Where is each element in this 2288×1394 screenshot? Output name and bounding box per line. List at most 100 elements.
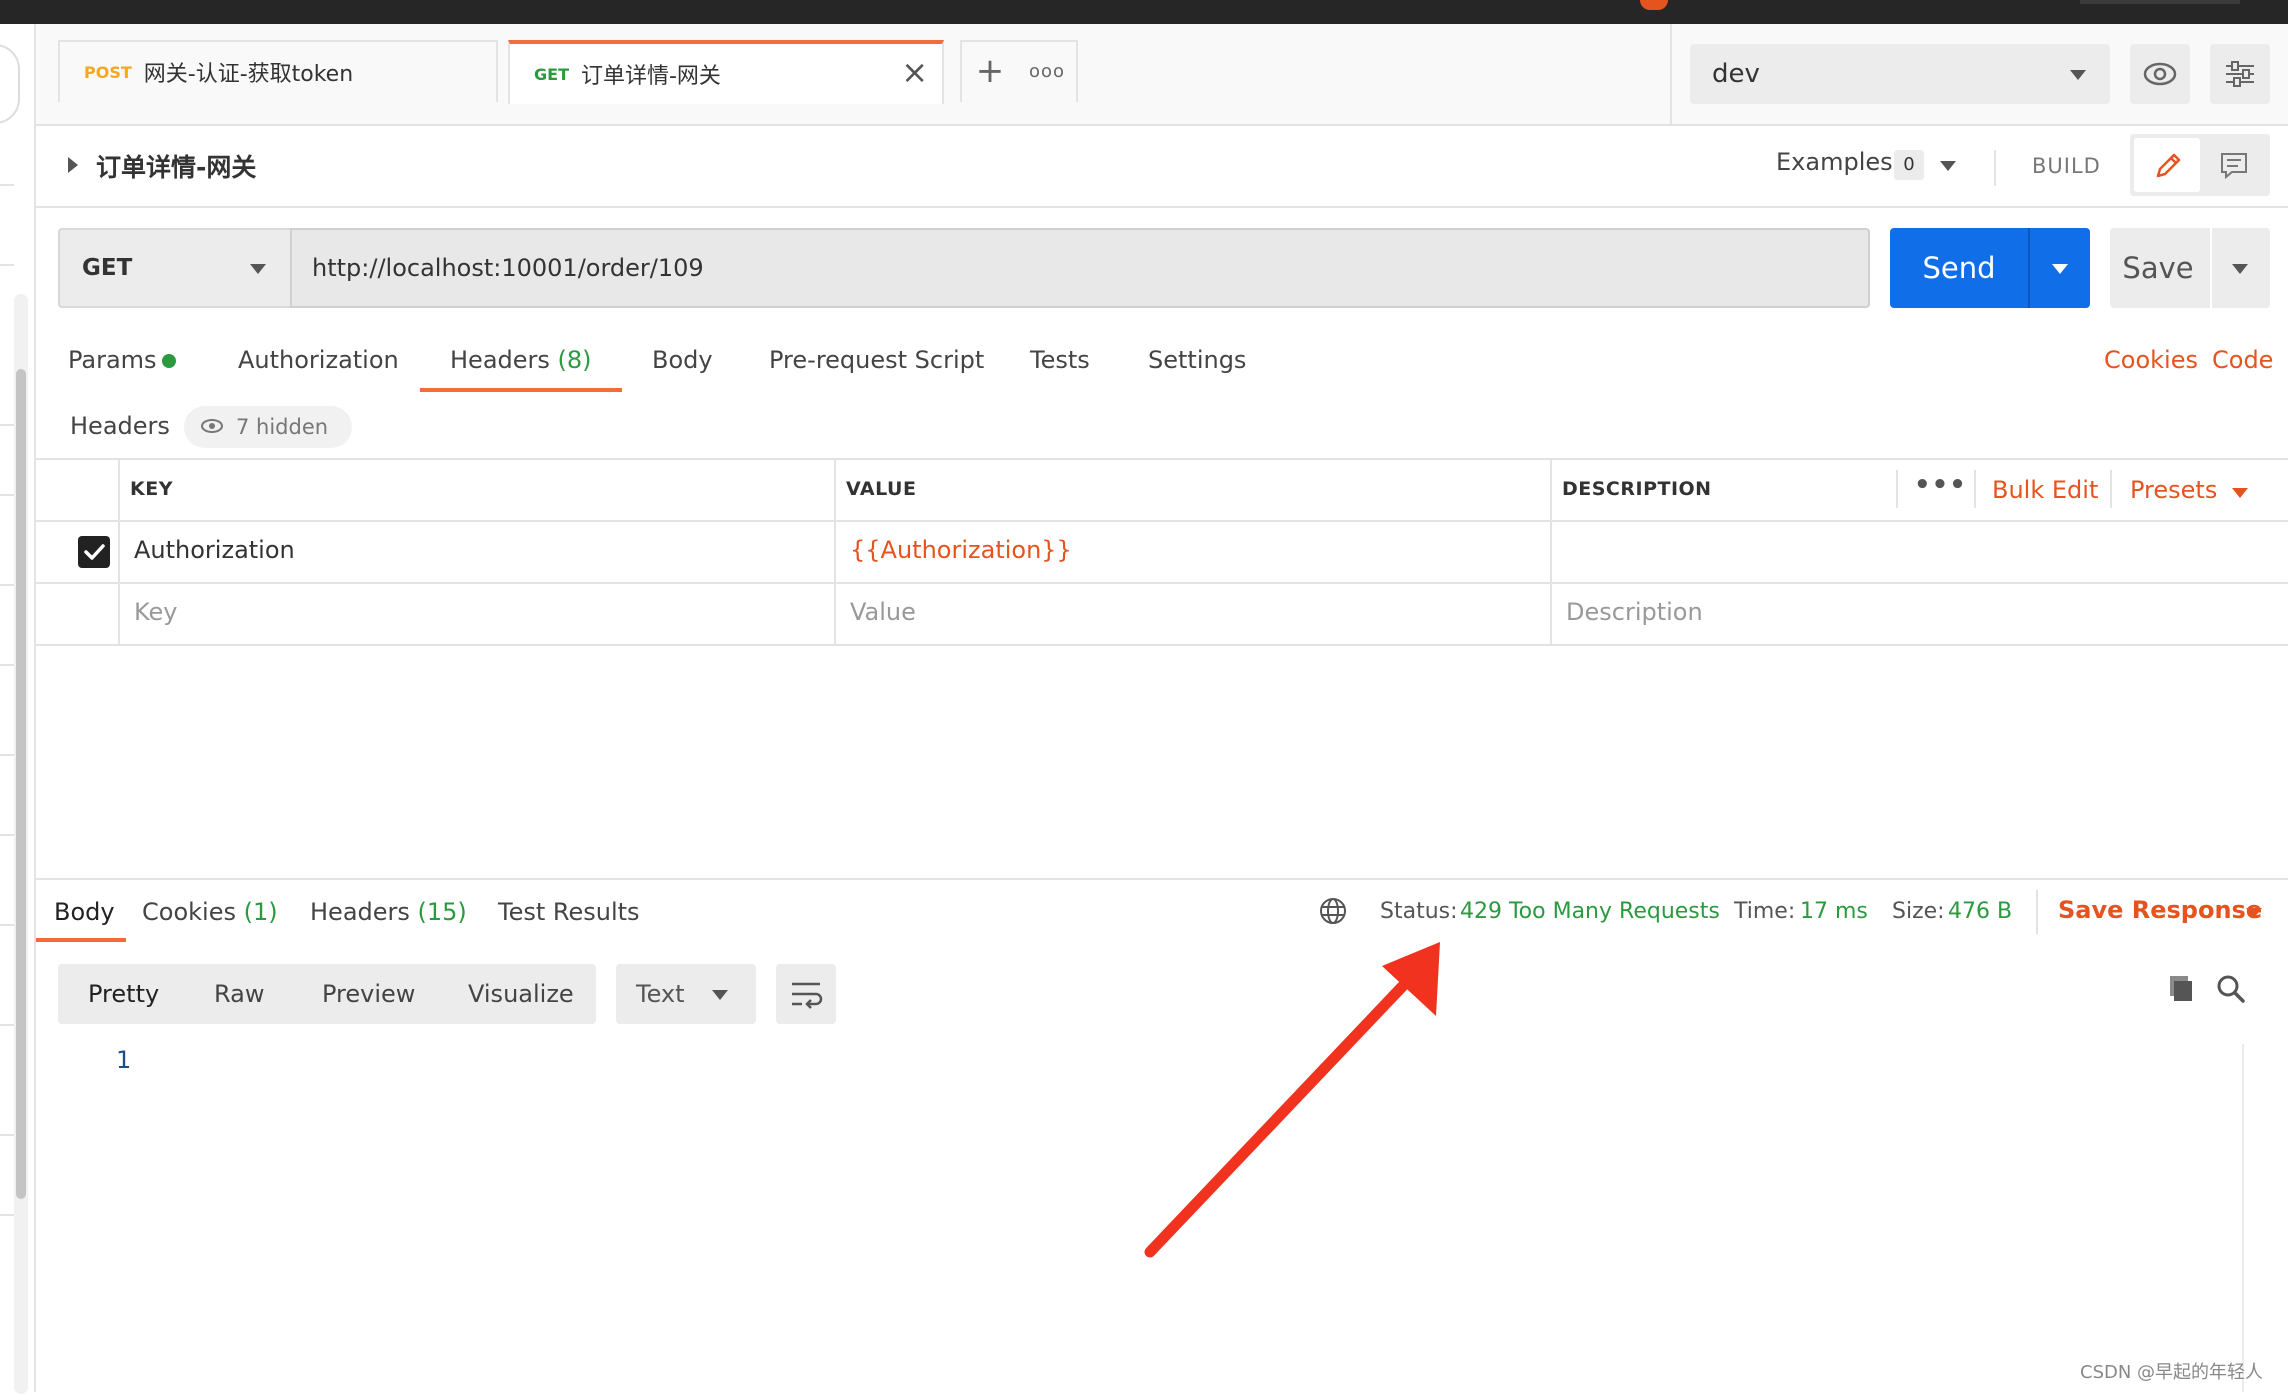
wrap-icon [792, 982, 823, 1009]
divider [0, 924, 14, 926]
tab-params[interactable]: Params [68, 346, 157, 374]
more-tabs-button[interactable]: ooo [1018, 40, 1078, 102]
method-value: GET [82, 255, 133, 281]
bulk-edit-link[interactable]: Bulk Edit [1992, 476, 2098, 504]
table-border [36, 520, 2288, 522]
annotation-arrow [1144, 942, 1440, 1258]
divider [2110, 470, 2112, 508]
header-value-cell[interactable]: {{Authorization}} [850, 536, 1072, 564]
examples-dropdown[interactable]: Examples [1776, 148, 1893, 176]
divider [1896, 470, 1898, 508]
response-tab-headers[interactable]: Headers (15) [310, 898, 467, 926]
chevron-down-icon[interactable] [2246, 908, 2262, 918]
divider [2028, 228, 2030, 308]
window-top-bar [0, 0, 2288, 24]
more-actions-icon[interactable]: ••• [1914, 470, 1967, 500]
status-value[interactable]: 429 Too Many Requests [1460, 899, 1720, 924]
new-value-input[interactable]: Value [850, 598, 916, 626]
column-header-description: DESCRIPTION [1562, 478, 1712, 500]
table-border [834, 458, 836, 646]
response-tab-test-results[interactable]: Test Results [498, 898, 640, 926]
sidebar-scrollbar[interactable] [16, 369, 26, 1199]
header-enabled-checkbox[interactable] [78, 536, 110, 568]
chevron-down-icon[interactable] [1940, 161, 1956, 171]
tab-post-token[interactable]: POST 网关-认证-获取token [58, 40, 498, 102]
size-value[interactable]: 476 B [1948, 899, 2012, 924]
response-tab-body[interactable]: Body [54, 898, 115, 926]
sliders-icon [2226, 61, 2254, 87]
environment-quick-look-button[interactable] [2130, 44, 2190, 104]
tab-method: GET [534, 64, 569, 84]
table-border [36, 582, 2288, 584]
format-visualize[interactable]: Visualize [468, 980, 574, 1008]
sidebar-toggle[interactable] [0, 44, 20, 124]
divider [0, 1214, 14, 1216]
tab-settings[interactable]: Settings [1148, 346, 1246, 374]
caret-right-icon[interactable] [68, 157, 78, 173]
wrap-lines-button[interactable] [776, 964, 836, 1024]
format-raw[interactable]: Raw [214, 980, 264, 1008]
tab-get-order[interactable]: GET 订单详情-网关 × [508, 40, 944, 104]
tab-pre-request-script[interactable]: Pre-request Script [769, 346, 984, 374]
manage-environments-button[interactable] [2210, 44, 2270, 104]
tab-body[interactable]: Body [652, 346, 713, 374]
cookies-link[interactable]: Cookies [2104, 346, 2198, 374]
line-number: 1 [116, 1046, 132, 1074]
comment-icon [2221, 153, 2247, 180]
params-indicator-dot [162, 354, 176, 368]
response-type-select[interactable]: Text [616, 964, 756, 1024]
search-icon[interactable] [2214, 972, 2248, 1006]
time-value[interactable]: 17 ms [1800, 899, 1868, 924]
save-response-button[interactable]: Save Response [2058, 896, 2262, 924]
new-description-input[interactable]: Description [1566, 598, 1703, 626]
chevron-down-icon[interactable] [2232, 264, 2248, 274]
tab-tests[interactable]: Tests [1030, 346, 1090, 374]
environment-select[interactable]: dev [1690, 44, 2110, 104]
method-select[interactable]: GET [58, 228, 290, 308]
save-button[interactable]: Save [2110, 228, 2270, 308]
edit-mode-button[interactable] [2134, 138, 2200, 192]
divider [0, 1024, 14, 1026]
time-label: Time: [1734, 899, 1796, 924]
comments-button[interactable] [2202, 138, 2266, 192]
format-pretty[interactable]: Pretty [88, 980, 159, 1008]
new-tab-button[interactable]: + [960, 40, 1020, 102]
copy-icon[interactable] [2164, 972, 2198, 1006]
response-tab-headers-label: Headers [310, 898, 410, 926]
divider [0, 754, 14, 756]
divider [2210, 228, 2212, 308]
code-link[interactable]: Code [2212, 346, 2273, 374]
send-button[interactable]: Send [1890, 228, 2090, 308]
response-tab-cookies[interactable]: Cookies (1) [142, 898, 278, 926]
divider [0, 264, 14, 266]
new-key-input[interactable]: Key [134, 598, 178, 626]
url-input[interactable]: http://localhost:10001/order/109 [290, 228, 1870, 308]
divider [0, 424, 14, 426]
tab-headers-label: Headers [450, 346, 550, 374]
response-divider[interactable] [36, 878, 2288, 880]
chevron-down-icon[interactable] [2052, 264, 2068, 274]
editor-scroll-track [2242, 1044, 2244, 1392]
header-key-cell[interactable]: Authorization [134, 536, 295, 564]
response-tab-headers-count: (15) [417, 898, 467, 926]
tab-headers[interactable]: Headers (8) [450, 346, 592, 374]
eye-icon [2143, 62, 2177, 86]
presets-dropdown[interactable]: Presets [2130, 476, 2217, 504]
column-header-value: VALUE [846, 478, 917, 500]
divider [2036, 890, 2038, 934]
close-icon[interactable]: × [901, 56, 928, 88]
chevron-down-icon [2070, 70, 2086, 80]
tab-title: 订单详情-网关 [580, 64, 721, 89]
chevron-down-icon[interactable] [2232, 488, 2248, 498]
divider [0, 584, 14, 586]
response-tab-cookies-count: (1) [243, 898, 278, 926]
table-border [118, 458, 120, 646]
format-preview[interactable]: Preview [322, 980, 415, 1008]
chevron-down-icon [712, 990, 728, 1000]
size-label: Size: [1892, 899, 1945, 924]
divider [0, 494, 14, 496]
tab-headers-count: (8) [557, 346, 592, 374]
build-mode-label: BUILD [2032, 154, 2101, 178]
divider [0, 834, 14, 836]
tab-authorization[interactable]: Authorization [238, 346, 399, 374]
